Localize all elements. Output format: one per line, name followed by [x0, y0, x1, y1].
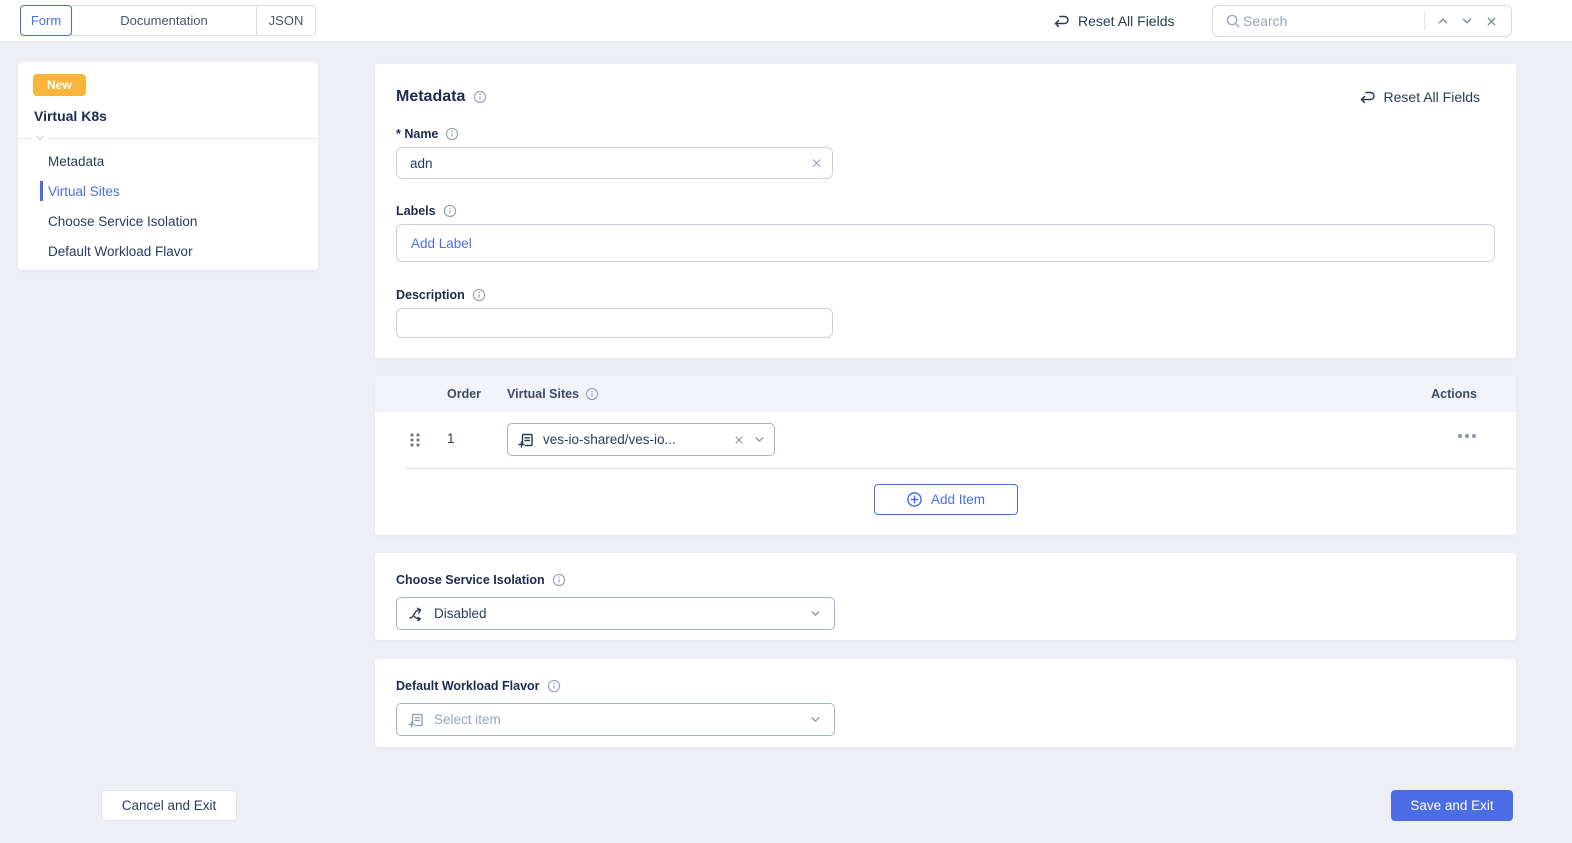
name-label-text: * Name	[396, 127, 439, 141]
topbar: Form Documentation JSON Reset All Fields	[0, 0, 1572, 42]
reference-list-icon	[407, 711, 425, 729]
actions-column-label: Actions	[1431, 387, 1477, 401]
collapse-caret-icon[interactable]	[32, 132, 48, 144]
name-field[interactable]	[396, 147, 833, 179]
service-isolation-label: Choose Service Isolation	[396, 573, 566, 587]
chevron-down-icon[interactable]	[753, 433, 766, 446]
service-isolation-select[interactable]: Disabled	[396, 597, 835, 630]
column-actions: Actions	[1431, 376, 1477, 412]
add-item-button[interactable]: Add Item	[873, 484, 1018, 515]
workload-flavor-select[interactable]: Select item	[396, 703, 835, 736]
column-order: Order	[447, 376, 481, 412]
add-item-label: Add Item	[930, 492, 986, 507]
table-divider	[405, 468, 1516, 469]
add-label-button[interactable]: Add Label	[411, 236, 472, 251]
search-box	[1212, 5, 1512, 37]
tab-documentation[interactable]: Documentation	[71, 5, 257, 36]
metadata-card: Metadata Reset All Fields * Name Labels	[375, 64, 1516, 358]
name-field-label: * Name	[396, 127, 459, 141]
card-reset-all-fields-button[interactable]: Reset All Fields	[1358, 88, 1480, 106]
workload-flavor-card: Default Workload Flavor Select item	[375, 659, 1516, 747]
service-isolation-label-text: Choose Service Isolation	[396, 573, 545, 587]
clear-name-icon[interactable]	[810, 157, 823, 170]
labels-label-text: Labels	[396, 204, 436, 218]
column-virtual-sites: Virtual Sites	[507, 376, 599, 412]
info-icon[interactable]	[547, 679, 561, 693]
info-icon[interactable]	[585, 387, 599, 401]
clear-selection-icon[interactable]	[733, 434, 745, 446]
sidebar-item-default-workload-flavor[interactable]: Default Workload Flavor	[18, 236, 318, 266]
search-icon	[1223, 9, 1243, 33]
sidebar-item-metadata[interactable]: Metadata	[18, 146, 318, 176]
sidebar: New Virtual K8s Metadata Virtual Sites C…	[18, 62, 318, 270]
info-icon[interactable]	[473, 90, 487, 104]
close-icon[interactable]	[1479, 9, 1503, 33]
sidebar-item-choose-service-isolation[interactable]: Choose Service Isolation	[18, 206, 318, 236]
virtual-site-select-value: ves-io-shared/ves-io...	[543, 432, 676, 447]
sidebar-divider	[18, 132, 318, 144]
table-header: Order Virtual Sites Actions	[375, 376, 1516, 412]
cancel-and-exit-button[interactable]: Cancel and Exit	[101, 790, 237, 821]
reset-all-fields-button[interactable]: Reset All Fields	[1052, 0, 1174, 42]
info-icon[interactable]	[443, 204, 457, 218]
metadata-heading: Metadata	[396, 88, 487, 106]
order-column-label: Order	[447, 387, 482, 401]
virtual-sites-column-label: Virtual Sites	[507, 387, 580, 401]
workload-flavor-label: Default Workload Flavor	[396, 679, 561, 693]
workload-flavor-placeholder: Select item	[434, 712, 501, 727]
chevron-down-icon	[809, 713, 822, 726]
view-tabs: Form Documentation JSON	[20, 5, 316, 36]
virtual-k8s-form-screen: Form Documentation JSON Reset All Fields	[0, 0, 1572, 843]
chevron-down-icon[interactable]	[1455, 9, 1479, 33]
branch-arrows-icon	[407, 605, 425, 623]
description-field-label: Description	[396, 288, 486, 302]
status-badge-new: New	[33, 74, 86, 96]
labels-editor[interactable]: Add Label	[396, 224, 1495, 262]
plus-circle-icon	[906, 491, 923, 508]
service-isolation-card: Choose Service Isolation Disabled	[375, 553, 1516, 640]
chevron-up-icon[interactable]	[1431, 9, 1455, 33]
undo-icon	[1052, 12, 1070, 30]
row-order-value: 1	[447, 431, 455, 446]
virtual-site-select[interactable]: ves-io-shared/ves-io...	[507, 423, 775, 456]
description-label-text: Description	[396, 288, 465, 302]
card-reset-label: Reset All Fields	[1383, 89, 1480, 105]
info-icon[interactable]	[472, 288, 486, 302]
info-icon[interactable]	[552, 573, 566, 587]
chevron-down-icon	[809, 607, 822, 620]
virtual-sites-card: Order Virtual Sites Actions 1 ves-io-sha…	[375, 376, 1516, 535]
drag-handle-icon[interactable]	[408, 431, 422, 449]
tab-form[interactable]: Form	[20, 5, 72, 36]
undo-icon	[1358, 88, 1376, 106]
labels-field-label: Labels	[396, 204, 457, 218]
section-nav: Metadata Virtual Sites Choose Service Is…	[18, 146, 318, 266]
row-actions-menu-icon[interactable]	[1458, 434, 1476, 438]
reset-all-fields-label: Reset All Fields	[1078, 13, 1175, 29]
name-field-wrap	[396, 147, 833, 179]
metadata-title: Metadata	[396, 88, 466, 105]
search-divider	[1424, 12, 1425, 30]
search-input[interactable]	[1243, 13, 1418, 29]
service-isolation-value: Disabled	[434, 606, 487, 621]
sidebar-item-virtual-sites[interactable]: Virtual Sites	[18, 176, 318, 206]
description-field[interactable]	[396, 308, 833, 338]
workload-flavor-label-text: Default Workload Flavor	[396, 679, 540, 693]
tab-json[interactable]: JSON	[256, 5, 316, 36]
table-row: 1 ves-io-shared/ves-io...	[375, 412, 1516, 468]
info-icon[interactable]	[445, 127, 459, 141]
description-field-wrap	[396, 308, 833, 338]
object-title: Virtual K8s	[34, 108, 107, 124]
save-and-exit-button[interactable]: Save and Exit	[1391, 790, 1513, 821]
reference-list-icon	[517, 431, 535, 449]
